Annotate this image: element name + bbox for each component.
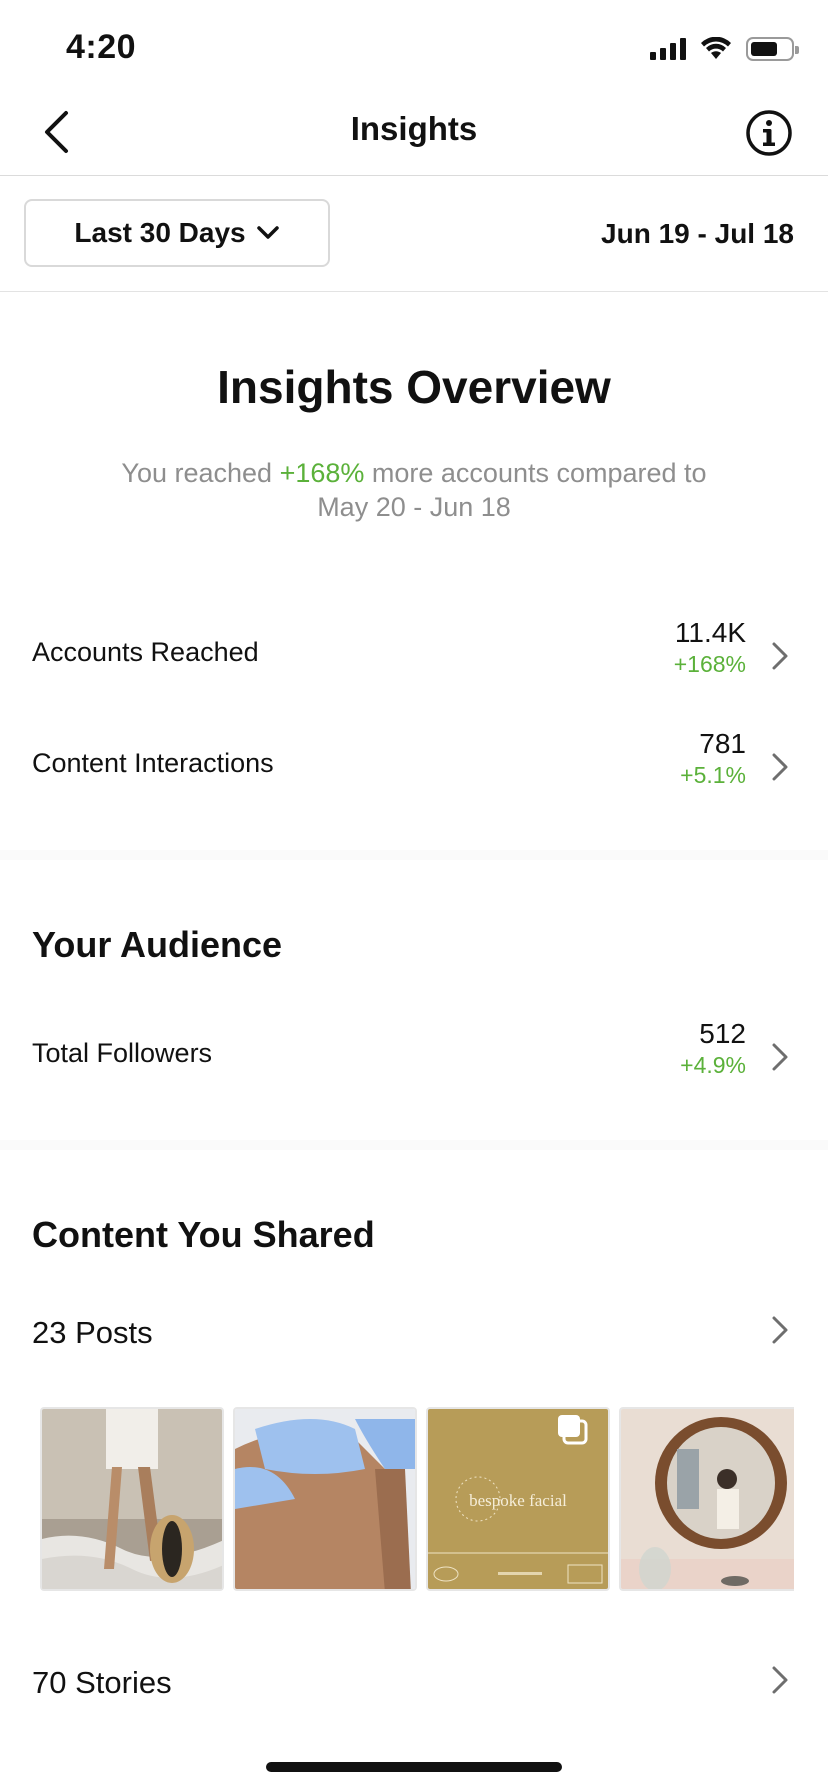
home-indicator[interactable] bbox=[266, 1762, 562, 1772]
info-icon bbox=[746, 110, 792, 156]
post-thumbnail[interactable] bbox=[233, 1407, 417, 1591]
status-icons bbox=[650, 36, 799, 62]
cellular-signal-icon bbox=[650, 38, 686, 60]
post-thumbnail[interactable] bbox=[40, 1407, 224, 1591]
posts-row[interactable]: 23 Posts bbox=[0, 1297, 828, 1367]
metric-values: 11.4K +168% bbox=[674, 617, 746, 679]
metric-value: 512 bbox=[699, 1018, 746, 1049]
post-thumbnails: bespoke facial bbox=[40, 1407, 794, 1593]
section-divider bbox=[0, 850, 828, 860]
status-time: 4:20 bbox=[66, 28, 137, 66]
filter-bar: Last 30 Days Jun 19 - Jul 18 bbox=[0, 176, 828, 292]
date-range-dropdown-label: Last 30 Days bbox=[74, 217, 246, 248]
overview-subtitle-highlight: +168% bbox=[279, 458, 365, 488]
overview-title: Insights Overview bbox=[217, 361, 611, 413]
metric-value: 11.4K bbox=[674, 617, 746, 648]
post-thumbnail[interactable]: bespoke facial bbox=[426, 1407, 610, 1591]
mirror-photo-image bbox=[621, 1409, 794, 1589]
metric-row-content-interactions[interactable]: Content Interactions 781 +5.1% bbox=[0, 716, 828, 816]
overview-subtitle-period: May 20 - Jun 18 bbox=[317, 492, 511, 522]
chevron-right-icon bbox=[772, 1043, 788, 1071]
overview-subtitle-prefix: You reached bbox=[121, 458, 280, 488]
section-divider bbox=[0, 1140, 828, 1150]
wifi-icon bbox=[701, 37, 731, 59]
beach-photo-image bbox=[42, 1409, 222, 1589]
chevron-right-icon bbox=[772, 1666, 788, 1694]
battery-icon bbox=[746, 37, 799, 61]
chevron-right-icon bbox=[772, 753, 788, 781]
page-title: Insights bbox=[350, 110, 478, 147]
status-bar: 4:20 bbox=[0, 0, 828, 96]
metric-row-accounts-reached[interactable]: Accounts Reached 11.4K +168% bbox=[0, 605, 828, 705]
thumbnail-caption: bespoke facial bbox=[469, 1491, 567, 1510]
header: Insights bbox=[0, 96, 828, 176]
metric-values: 781 +5.1% bbox=[680, 728, 746, 790]
metric-values: 512 +4.9% bbox=[680, 1018, 746, 1080]
audience-section-title: Your Audience bbox=[32, 924, 283, 965]
overview-subtitle: You reached +168% more accounts compared… bbox=[60, 456, 768, 524]
metric-label: Accounts Reached bbox=[32, 637, 259, 667]
post-thumbnail[interactable] bbox=[619, 1407, 794, 1591]
overview-subtitle-suffix: more accounts compared to bbox=[364, 458, 707, 488]
metric-row-total-followers[interactable]: Total Followers 512 +4.9% bbox=[0, 1006, 828, 1106]
posts-count-label: 23 Posts bbox=[32, 1315, 153, 1350]
chevron-down-icon bbox=[256, 226, 279, 239]
stories-row[interactable]: 70 Stories bbox=[0, 1647, 828, 1717]
metric-label: Content Interactions bbox=[32, 748, 274, 778]
metric-label: Total Followers bbox=[32, 1038, 213, 1068]
info-button[interactable] bbox=[744, 108, 794, 158]
date-range-dropdown[interactable]: Last 30 Days bbox=[24, 199, 330, 267]
date-range-text: Jun 19 - Jul 18 bbox=[601, 218, 794, 249]
chevron-right-icon bbox=[772, 642, 788, 670]
metric-change: +168% bbox=[673, 651, 746, 677]
swimwear-photo-image bbox=[235, 1409, 415, 1589]
chevron-right-icon bbox=[772, 1316, 788, 1344]
metric-change: +5.1% bbox=[680, 762, 746, 788]
content-section-title: Content You Shared bbox=[32, 1214, 375, 1255]
stories-count-label: 70 Stories bbox=[32, 1665, 172, 1700]
metric-value: 781 bbox=[699, 728, 746, 759]
metric-change: +4.9% bbox=[680, 1052, 746, 1078]
